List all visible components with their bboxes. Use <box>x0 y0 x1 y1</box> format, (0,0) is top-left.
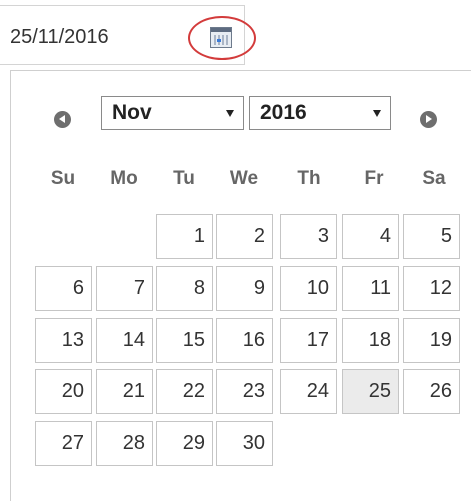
year-select-arrow-icon <box>373 110 381 117</box>
day-cell[interactable]: 16 <box>216 318 273 363</box>
month-select[interactable]: Nov <box>101 96 244 130</box>
day-cell[interactable]: 3 <box>280 214 337 259</box>
date-input-value: 25/11/2016 <box>10 26 109 48</box>
day-cell[interactable]: 9 <box>216 266 273 311</box>
day-cell[interactable]: 14 <box>96 318 153 363</box>
day-cell[interactable]: 6 <box>35 266 92 311</box>
weekday-header: We <box>229 168 259 189</box>
day-cell[interactable]: 28 <box>96 421 153 466</box>
day-cell[interactable]: 12 <box>403 266 460 311</box>
calendar-icon[interactable] <box>210 27 232 48</box>
day-cell-selected[interactable]: 25 <box>342 369 399 414</box>
day-cell[interactable]: 24 <box>280 369 337 414</box>
month-select-arrow-icon <box>226 110 234 117</box>
prev-month-icon[interactable] <box>54 111 71 128</box>
weekday-header: Mo <box>110 168 138 189</box>
day-cell[interactable]: 22 <box>156 369 213 414</box>
day-cell[interactable]: 18 <box>342 318 399 363</box>
day-cell[interactable]: 20 <box>35 369 92 414</box>
weekday-header: Fr <box>364 168 384 189</box>
day-cell[interactable]: 19 <box>403 318 460 363</box>
next-month-icon[interactable] <box>420 111 437 128</box>
weekday-header: Su <box>50 168 76 189</box>
weekday-header: Th <box>297 168 321 189</box>
day-cell[interactable]: 1 <box>156 214 213 259</box>
calendar-button[interactable] <box>188 16 256 60</box>
weekday-header: Tu <box>173 168 195 189</box>
day-cell[interactable]: 2 <box>216 214 273 259</box>
year-select[interactable]: 2016 <box>249 96 391 130</box>
day-cell[interactable]: 26 <box>403 369 460 414</box>
day-cell[interactable]: 30 <box>216 421 273 466</box>
weekday-header: Sa <box>422 168 446 189</box>
day-cell[interactable]: 4 <box>342 214 399 259</box>
month-select-value: Nov <box>112 101 152 124</box>
day-cell[interactable]: 5 <box>403 214 460 259</box>
day-cell[interactable]: 10 <box>280 266 337 311</box>
day-cell[interactable]: 23 <box>216 369 273 414</box>
day-cell[interactable]: 17 <box>280 318 337 363</box>
day-cell[interactable]: 21 <box>96 369 153 414</box>
day-cell[interactable]: 29 <box>156 421 213 466</box>
day-cell[interactable]: 7 <box>96 266 153 311</box>
year-select-value: 2016 <box>260 101 307 124</box>
day-cell[interactable]: 8 <box>156 266 213 311</box>
day-cell[interactable]: 11 <box>342 266 399 311</box>
day-cell[interactable]: 27 <box>35 421 92 466</box>
day-cell[interactable]: 15 <box>156 318 213 363</box>
day-cell[interactable]: 13 <box>35 318 92 363</box>
